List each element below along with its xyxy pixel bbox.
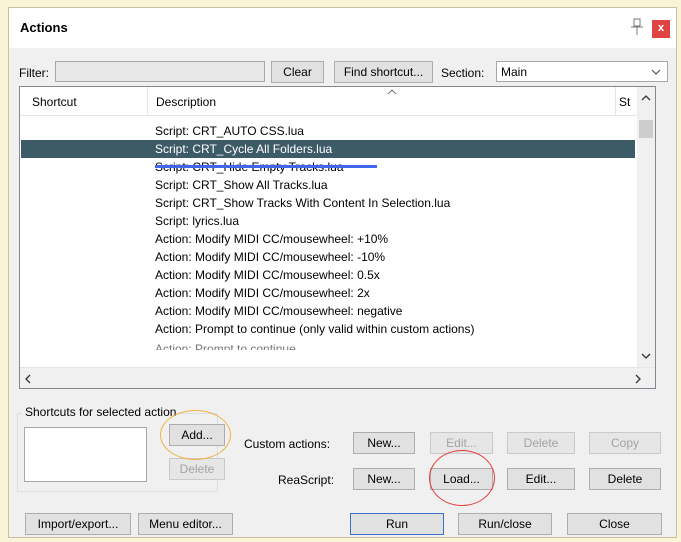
column-state[interactable]: St <box>619 95 630 109</box>
vertical-scrollbar[interactable] <box>637 87 655 367</box>
filter-input[interactable] <box>55 61 265 82</box>
list-row[interactable]: Action: Prompt to continue (only valid w… <box>21 320 635 338</box>
list-header: Shortcut Description St <box>20 87 655 116</box>
list-row[interactable]: Script: CRT_Show Tracks With Content In … <box>21 194 635 212</box>
run-close-button[interactable]: Run/close <box>458 513 552 535</box>
scroll-left-icon[interactable] <box>25 374 31 384</box>
scroll-thumb[interactable] <box>639 120 653 138</box>
custom-actions-new-button[interactable]: New... <box>353 432 415 454</box>
section-value: Main <box>501 65 528 79</box>
list-row[interactable]: Action: Modify MIDI CC/mousewheel: -10% <box>21 248 635 266</box>
custom-actions-delete-button[interactable]: Delete <box>507 432 575 454</box>
actions-list[interactable]: Shortcut Description St Script: CRT_AUTO… <box>19 86 656 389</box>
close-icon[interactable]: x <box>652 20 670 38</box>
chevron-down-icon <box>651 69 661 75</box>
list-row[interactable]: Action: Modify MIDI CC/mousewheel: 0.5x <box>21 266 635 284</box>
find-shortcut-button[interactable]: Find shortcut... <box>334 61 433 83</box>
sort-ascending-icon <box>387 89 397 95</box>
list-row[interactable]: Action: Modify MIDI CC/mousewheel: +10% <box>21 230 635 248</box>
custom-actions-label: Custom actions: <box>244 437 331 451</box>
section-label: Section: <box>441 66 485 80</box>
scroll-down-icon[interactable] <box>641 353 651 359</box>
list-row[interactable]: Script: lyrics.lua <box>21 212 635 230</box>
run-button[interactable]: Run <box>350 513 444 535</box>
window-title: Actions <box>20 20 68 35</box>
column-divider <box>147 87 148 115</box>
reascript-label: ReaScript: <box>278 473 335 487</box>
list-row[interactable]: Action: Modify MIDI CC/mousewheel: negat… <box>21 302 635 320</box>
section-select[interactable]: Main <box>496 61 668 82</box>
import-export-button[interactable]: Import/export... <box>25 513 131 535</box>
column-divider <box>615 87 616 115</box>
shortcuts-group-label: Shortcuts for selected action <box>22 405 180 419</box>
list-row-partial: Action: Prompt to continue ... <box>155 342 310 350</box>
highlight-circle-red <box>429 450 495 506</box>
reascript-delete-button[interactable]: Delete <box>589 468 661 490</box>
list-row[interactable]: Script: CRT_AUTO CSS.lua <box>21 122 635 140</box>
column-description[interactable]: Description <box>156 95 216 109</box>
highlight-underline <box>155 165 377 168</box>
reascript-new-button[interactable]: New... <box>353 468 415 490</box>
column-shortcut[interactable]: Shortcut <box>32 95 77 109</box>
list-row[interactable]: Action: Modify MIDI CC/mousewheel: 2x <box>21 284 635 302</box>
scroll-up-icon[interactable] <box>641 95 651 101</box>
clear-button[interactable]: Clear <box>271 61 324 83</box>
highlight-circle-orange <box>160 410 231 460</box>
list-row[interactable]: Script: CRT_Show All Tracks.lua <box>21 176 635 194</box>
shortcuts-listbox[interactable] <box>24 427 147 482</box>
filter-label: Filter: <box>19 66 49 80</box>
custom-actions-copy-button[interactable]: Copy <box>589 432 661 454</box>
reascript-edit-button[interactable]: Edit... <box>507 468 575 490</box>
list-row-selected[interactable]: Script: CRT_Cycle All Folders.lua <box>21 140 635 158</box>
scroll-right-icon[interactable] <box>635 374 641 384</box>
delete-shortcut-button[interactable]: Delete <box>169 458 225 480</box>
pin-icon[interactable] <box>630 18 644 36</box>
menu-editor-button[interactable]: Menu editor... <box>138 513 233 535</box>
title-bar: Actions x <box>9 8 676 48</box>
horizontal-scrollbar[interactable] <box>20 367 655 388</box>
close-button[interactable]: Close <box>567 513 662 535</box>
